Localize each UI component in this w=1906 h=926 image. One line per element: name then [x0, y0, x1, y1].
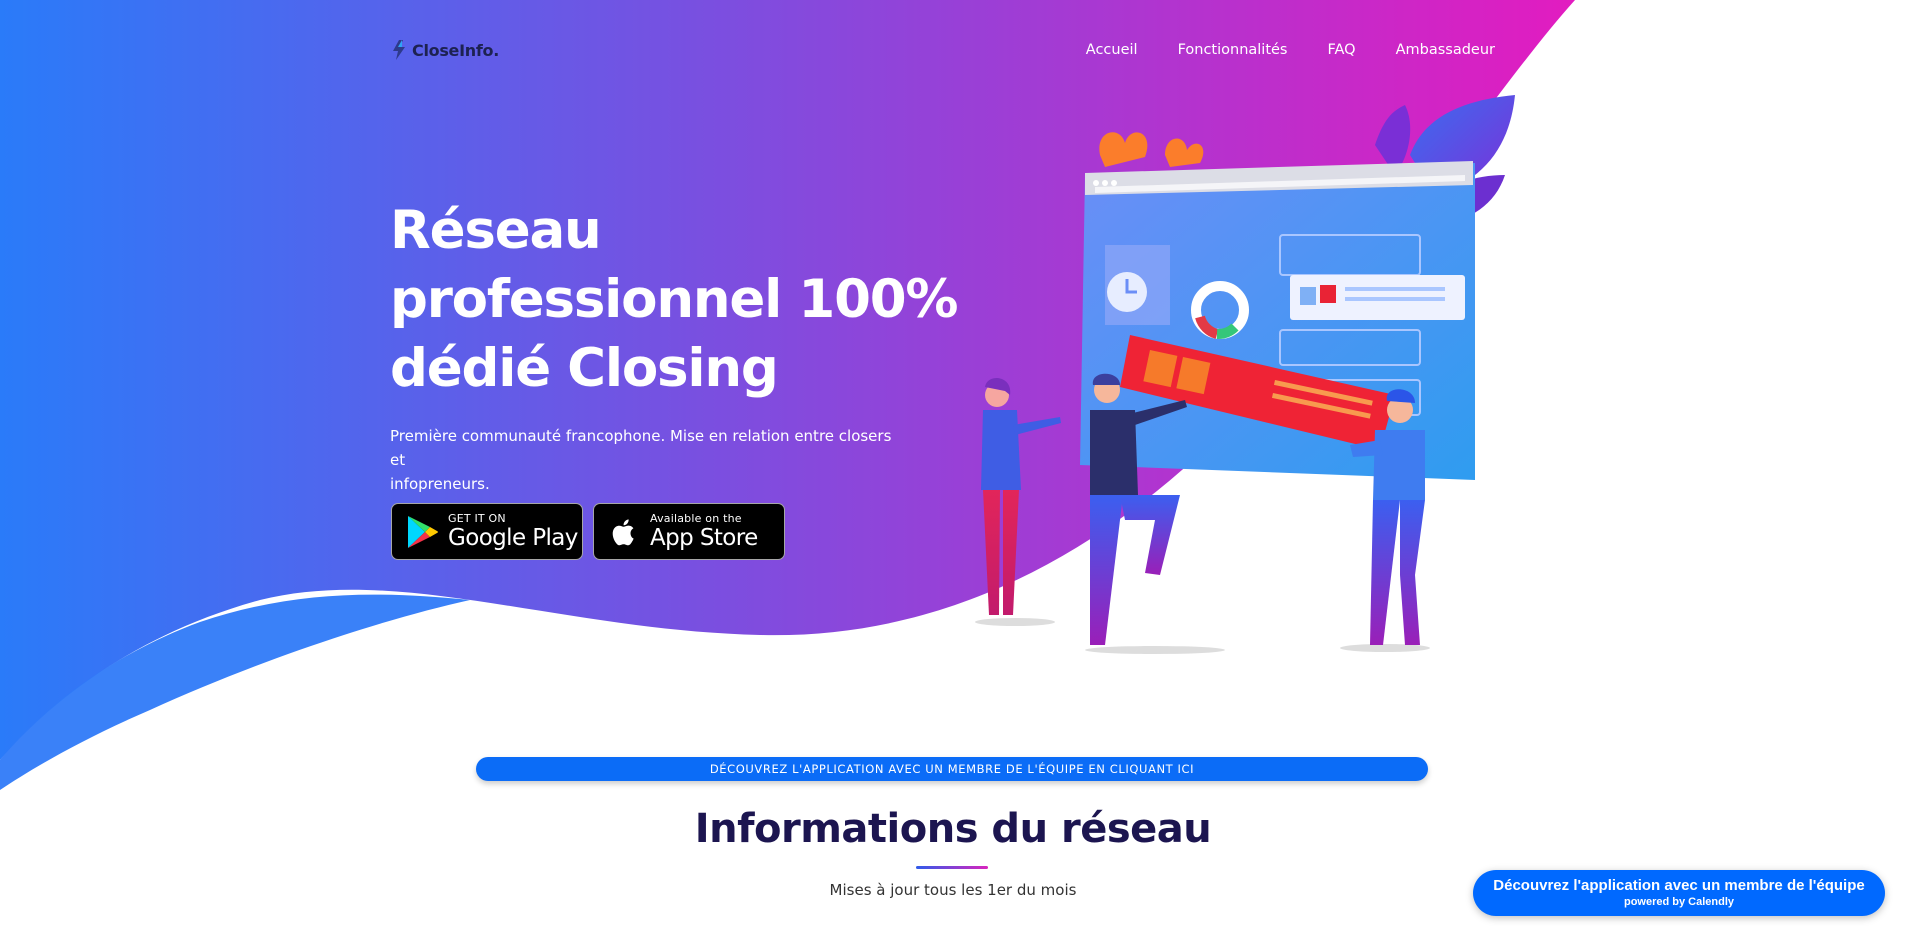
hero-subtitle: Première communauté francophone. Mise en… [390, 424, 910, 496]
google-play-big-label: Google Play [448, 524, 578, 551]
section-title: Informations du réseau [694, 806, 1212, 852]
hero-background [0, 0, 1575, 790]
shadow [1340, 644, 1430, 652]
person-leg [1090, 495, 1123, 645]
main-nav: Accueil Fonctionnalités FAQ Ambassadeur [1086, 42, 1495, 58]
hero-subtitle-line-2: infopreneurs. [390, 475, 490, 493]
nav-item-accueil[interactable]: Accueil [1086, 42, 1138, 58]
hero-title-line-3: dédié Closing [390, 338, 779, 399]
hero-subtitle-line-1: Première communauté francophone. Mise en… [390, 427, 892, 469]
shadow [1085, 646, 1225, 654]
browser-dot [1111, 180, 1117, 186]
hero-illustration [975, 95, 1515, 654]
discover-app-cta[interactable]: Découvrez l'application avec un membre d… [476, 757, 1428, 781]
plant-shape [1099, 132, 1148, 167]
nav-item-faq[interactable]: FAQ [1328, 42, 1356, 58]
app-store-button[interactable]: Available on the App Store [593, 503, 785, 560]
section-title-underline [916, 866, 988, 869]
person-body [1090, 410, 1138, 495]
browser-dot [1093, 180, 1099, 186]
google-play-icon [408, 515, 438, 548]
person-body [1373, 430, 1425, 500]
nav-item-ambassadeur[interactable]: Ambassadeur [1396, 42, 1495, 58]
brand-name: CloseInfo. [412, 40, 499, 60]
calendly-widget-button[interactable]: Découvrez l'application avec un membre d… [1473, 870, 1885, 916]
hero-title: Réseau professionnel 100% dédié Closing [390, 196, 1010, 403]
person-leg [1400, 500, 1425, 645]
person-leg [983, 490, 1000, 615]
hero-title-line-2: professionnel 100% [390, 269, 959, 330]
shadow [975, 618, 1055, 626]
person-leg [1120, 495, 1180, 575]
browser-dot [1102, 180, 1108, 186]
google-play-small-label: GET IT ON [448, 511, 506, 525]
app-store-small-label: Available on the [650, 511, 742, 525]
google-play-button[interactable]: GET IT ON Google Play [391, 503, 583, 560]
closeinfo-logo-icon [393, 40, 405, 60]
header: CloseInfo. Accueil Fonctionnalités FAQ A… [390, 30, 1495, 70]
hero-title-line-1: Réseau [390, 200, 602, 261]
person-leg [1003, 490, 1019, 615]
nav-item-fonctionnalites[interactable]: Fonctionnalités [1178, 42, 1288, 58]
calendly-powered-by: powered by Calendly [1623, 896, 1735, 908]
section-subtitle: Mises à jour tous les 1er du mois [829, 881, 1077, 899]
person-body [981, 410, 1021, 490]
calendly-label: Découvrez l'application avec un membre d… [1493, 877, 1865, 894]
app-store-big-label: App Store [650, 524, 758, 551]
apple-icon [612, 518, 634, 545]
plant-shape [1165, 138, 1204, 167]
logo[interactable]: CloseInfo. [390, 39, 499, 61]
person-leg [1370, 500, 1400, 645]
